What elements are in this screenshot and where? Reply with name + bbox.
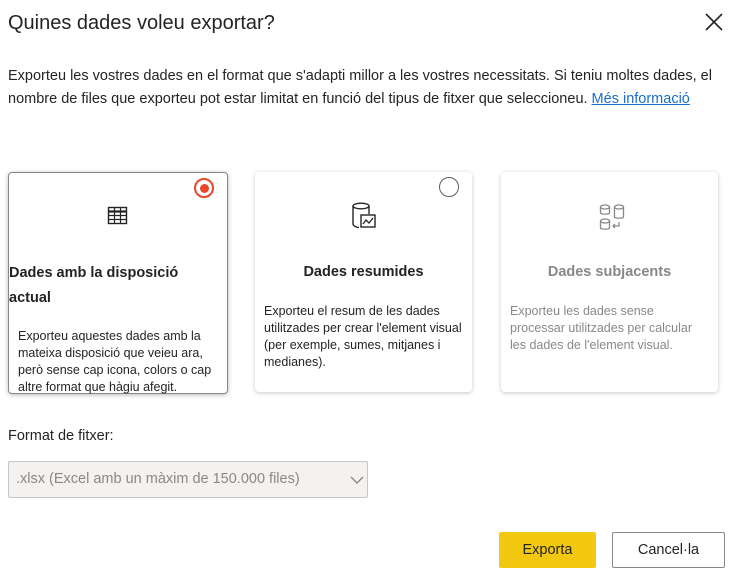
export-button[interactable]: Exporta: [499, 532, 596, 568]
dialog-description: Exporteu les vostres dades en el format …: [8, 65, 718, 111]
option-underlying-card: Dades subjacents Exporteu les dades sens…: [501, 172, 718, 392]
close-icon[interactable]: [703, 11, 725, 33]
option-current-layout-card[interactable]: Dades amb la disposició actual Exporteu …: [8, 172, 228, 394]
option-current-layout-description: Exporteu aquestes dades amb la mateixa d…: [18, 329, 212, 394]
option-underlying-title: Dades subjacents: [547, 264, 672, 280]
summarized-data-icon: [352, 202, 376, 229]
file-format-value: .xlsx (Excel amb un màxim de 150.000 fil…: [16, 471, 300, 487]
table-icon: [107, 206, 128, 225]
option-summarized-description: Exporteu el resum de les dades utilitzad…: [264, 304, 462, 369]
option-summarized-radio[interactable]: [439, 177, 459, 197]
file-format-label: Format de fitxer:: [8, 428, 114, 444]
cancel-button[interactable]: Cancel·la: [612, 532, 725, 568]
more-info-link[interactable]: Més informació: [592, 91, 690, 107]
option-underlying-description: Exporteu les dades sense processar utili…: [510, 304, 693, 352]
option-current-layout-radio[interactable]: [194, 178, 214, 198]
chevron-down-icon: [350, 476, 364, 484]
underlying-data-icon: [599, 204, 625, 230]
dialog-title: Quines dades voleu exportar?: [8, 12, 275, 34]
file-format-dropdown[interactable]: .xlsx (Excel amb un màxim de 150.000 fil…: [8, 461, 368, 498]
option-summarized-title: Dades resumides: [303, 264, 424, 280]
option-current-layout-title: Dades amb la disposició actual: [9, 265, 179, 306]
option-summarized-card[interactable]: Dades resumides Exporteu el resum de les…: [255, 172, 472, 392]
